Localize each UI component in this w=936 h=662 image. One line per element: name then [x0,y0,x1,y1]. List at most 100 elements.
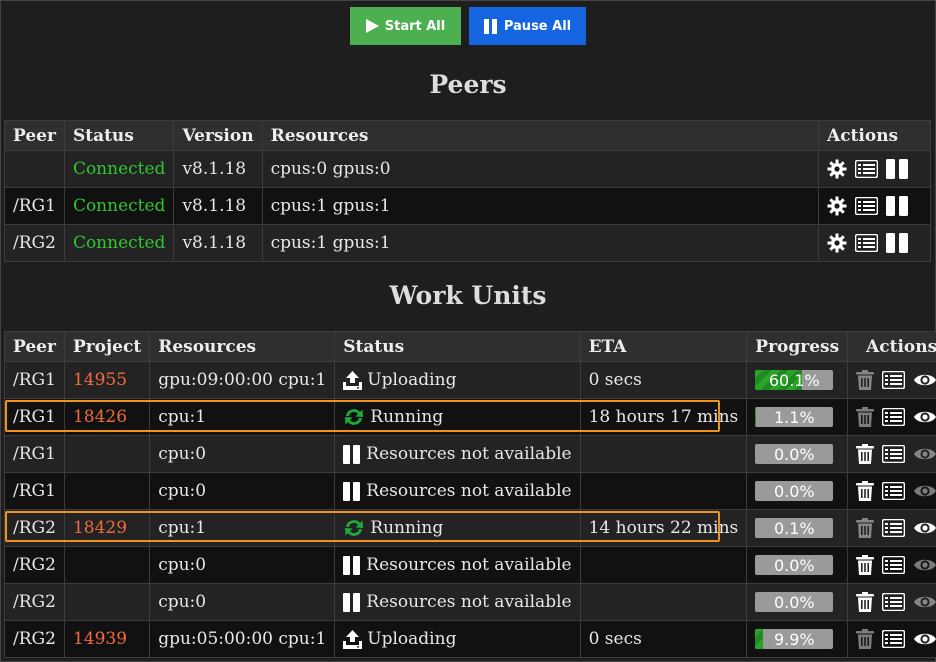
running-icon [343,407,365,427]
log-list-icon[interactable] [882,556,906,574]
wu-resources: cpu:0 [149,435,336,473]
wu-status-label: Resources not available [366,555,572,575]
progress-label: 60.1% [768,370,820,390]
log-list-icon[interactable] [882,445,906,463]
work-units-table: Peer Project Resources Status ETA Progre… [4,331,936,658]
play-icon [365,19,379,33]
log-list-icon[interactable] [882,408,906,426]
col-status: Status [334,331,581,362]
wu-resources: cpu:0 [149,546,336,584]
wu-status: Running [334,509,581,547]
wu-progress: 0.1% [746,509,849,547]
wu-status: Resources not available [334,546,581,584]
view-eye-icon[interactable] [913,409,936,425]
view-eye-icon[interactable] [913,520,936,536]
wu-progress: 0.0% [746,546,849,584]
wu-eta [579,583,748,621]
start-all-label: Start All [384,18,446,34]
view-eye-icon[interactable] [913,557,936,573]
wu-status-label: Running [370,407,444,427]
log-list-icon[interactable] [855,234,878,252]
view-eye-icon[interactable] [913,483,936,499]
wu-status: Resources not available [334,583,581,621]
work-unit-row: /RG1 cpu:0 Resources not available 0.0% [4,435,936,473]
wu-project[interactable]: 18429 [63,509,151,547]
progress-label: 1.1% [773,407,815,427]
peers-heading: Peers [429,70,507,99]
wu-resources: cpu:0 [149,583,336,621]
peer-name [4,150,65,188]
col-resources: Resources [261,120,820,151]
delete-trash-icon[interactable] [856,555,875,575]
col-peer: Peer [4,120,65,151]
wu-project[interactable] [63,435,151,473]
work-unit-row: /RG2 18429 cpu:1 Running 14 hours 22 mins 0.1… [4,509,936,547]
log-list-icon[interactable] [882,371,906,389]
wu-project[interactable] [63,546,151,584]
progress-label: 9.9% [773,629,815,649]
view-eye-icon[interactable] [913,594,936,610]
wu-actions [847,546,936,584]
delete-trash-icon[interactable] [856,481,875,501]
wu-project[interactable]: 14955 [63,361,151,399]
wu-peer: /RG1 [4,361,65,399]
settings-gear-icon[interactable] [827,196,847,216]
wu-actions [847,361,936,399]
view-eye-icon[interactable] [913,631,936,647]
log-list-icon[interactable] [882,482,906,500]
wu-project[interactable]: 18426 [63,398,151,436]
peer-actions [818,150,931,188]
wu-resources: cpu:0 [149,472,336,510]
log-list-icon[interactable] [882,519,906,537]
running-icon [343,518,365,538]
settings-gear-icon[interactable] [827,159,847,179]
log-list-icon[interactable] [882,593,906,611]
pause-all-label: Pause All [503,18,572,34]
delete-trash-icon[interactable] [856,518,875,538]
wu-progress: 0.0% [746,435,849,473]
peer-status: Connected [63,150,175,188]
wu-project[interactable] [63,583,151,621]
wu-peer: /RG1 [4,398,65,436]
wu-actions [847,509,936,547]
col-project: Project [63,331,151,362]
pause-peer-icon[interactable] [886,159,908,179]
progress-bar: 0.0% [755,481,834,501]
pause-all-button[interactable]: Pause All [469,7,586,45]
delete-trash-icon[interactable] [856,444,875,464]
wu-peer: /RG2 [4,583,65,621]
wu-status: Uploading [334,361,581,399]
pause-peer-icon[interactable] [886,196,908,216]
wu-status: Uploading [334,620,581,658]
peer-row: /RG2 Connected v8.1.18 cpus:1 gpus:1 [4,224,931,262]
delete-trash-icon[interactable] [856,370,875,390]
progress-label: 0.1% [773,518,815,538]
work-units-heading: Work Units [389,281,547,310]
pause-icon [343,444,361,464]
wu-progress: 1.1% [746,398,849,436]
log-list-icon[interactable] [855,160,878,178]
delete-trash-icon[interactable] [856,592,875,612]
progress-bar: 1.1% [755,407,834,427]
wu-status-label: Resources not available [366,481,572,501]
wu-project[interactable] [63,472,151,510]
delete-trash-icon[interactable] [856,407,875,427]
view-eye-icon[interactable] [913,446,936,462]
settings-gear-icon[interactable] [827,233,847,253]
delete-trash-icon[interactable] [856,629,875,649]
progress-fill [755,629,763,649]
top-toolbar: Start All Pause All [0,7,936,45]
wu-peer: /RG1 [4,472,65,510]
wu-progress: 0.0% [746,583,849,621]
peer-row: Connected v8.1.18 cpus:0 gpus:0 [4,150,931,188]
pause-peer-icon[interactable] [886,233,908,253]
log-list-icon[interactable] [855,197,878,215]
log-list-icon[interactable] [882,630,906,648]
progress-label: 0.0% [773,444,815,464]
wu-actions [847,583,936,621]
view-eye-icon[interactable] [913,372,936,388]
wu-project[interactable]: 14939 [63,620,151,658]
col-eta: ETA [579,331,748,362]
wu-resources: gpu:05:00:00 cpu:1 [149,620,336,658]
start-all-button[interactable]: Start All [350,7,461,45]
